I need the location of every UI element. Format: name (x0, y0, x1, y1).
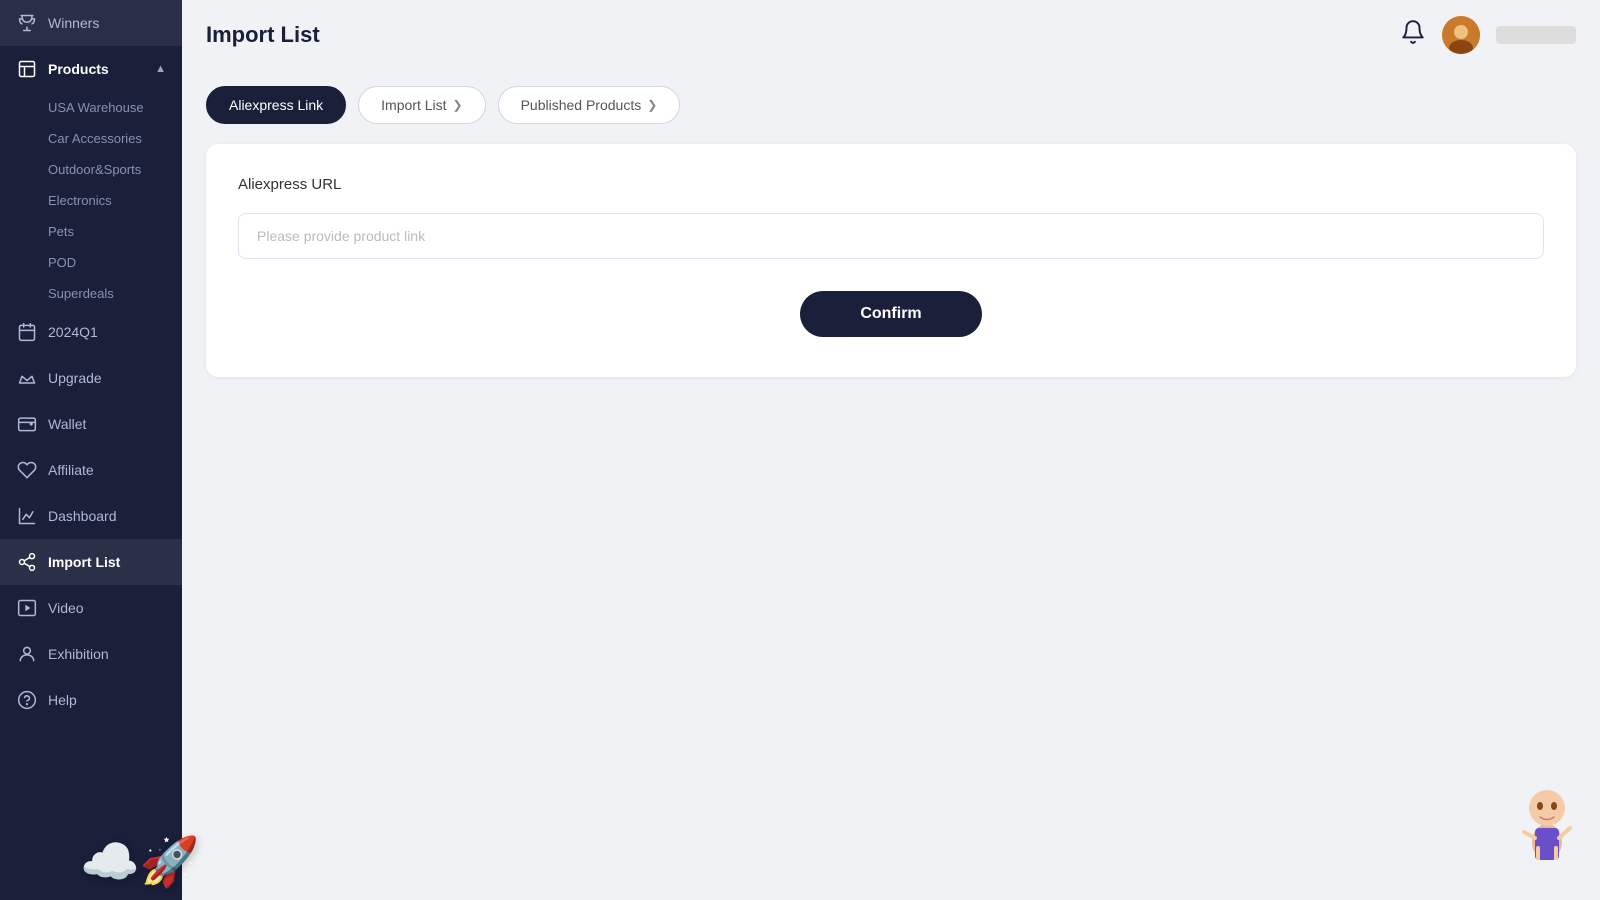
sidebar-sub-item-usa-warehouse[interactable]: USA Warehouse (0, 92, 182, 123)
confirm-button[interactable]: Confirm (800, 291, 981, 337)
username-display (1496, 26, 1576, 44)
sidebar-item-affiliate-label: Affiliate (48, 462, 94, 478)
sidebar-item-upgrade-label: Upgrade (48, 370, 102, 386)
sidebar-item-video-label: Video (48, 600, 84, 616)
sidebar-sub-item-superdeals[interactable]: Superdeals (0, 278, 182, 309)
sidebar-sub-item-electronics[interactable]: Electronics (0, 185, 182, 216)
tab-import-list-label: Import List (381, 97, 446, 113)
sidebar-item-products[interactable]: Products ▲ (0, 46, 182, 92)
import-card: Aliexpress URL Confirm (206, 144, 1576, 377)
sidebar-item-2024q1-label: 2024Q1 (48, 324, 98, 340)
sidebar-sub-item-outdoor-sports[interactable]: Outdoor&Sports (0, 154, 182, 185)
sidebar-item-products-label: Products (48, 61, 109, 77)
sidebar-item-2024q1[interactable]: 2024Q1 (0, 309, 182, 355)
sidebar-item-exhibition-label: Exhibition (48, 646, 109, 662)
bell-icon[interactable] (1400, 19, 1426, 51)
tab-published-products[interactable]: Published Products ❯ (498, 86, 681, 124)
sidebar-sub-item-car-accessories[interactable]: Car Accessories (0, 123, 182, 154)
tab-published-products-label: Published Products (521, 97, 642, 113)
sidebar-item-dashboard-label: Dashboard (48, 508, 117, 524)
play-icon (16, 597, 38, 619)
person-icon (16, 643, 38, 665)
page-title: Import List (206, 22, 320, 48)
heart-icon (16, 459, 38, 481)
sidebar-item-upgrade[interactable]: Upgrade (0, 355, 182, 401)
wallet-icon (16, 413, 38, 435)
url-input[interactable] (238, 213, 1544, 259)
sidebar-item-wallet-label: Wallet (48, 416, 86, 432)
chart-icon (16, 505, 38, 527)
sidebar-item-import-list-label: Import List (48, 554, 120, 570)
sidebar-sub-item-pets[interactable]: Pets (0, 216, 182, 247)
sidebar-sub-item-pod[interactable]: POD (0, 247, 182, 278)
header: Import List (182, 0, 1600, 70)
box-icon (16, 58, 38, 80)
trophy-icon (16, 12, 38, 34)
sidebar-item-video[interactable]: Video (0, 585, 182, 631)
chevron-right-icon: ❯ (453, 98, 463, 112)
tab-aliexpress-link-label: Aliexpress Link (229, 97, 323, 113)
question-icon (16, 689, 38, 711)
tab-import-list[interactable]: Import List ❯ (358, 86, 485, 124)
url-section-label: Aliexpress URL (238, 176, 1544, 193)
chevron-right-icon-2: ❯ (647, 98, 657, 112)
sidebar-item-affiliate[interactable]: Affiliate (0, 447, 182, 493)
chevron-up-icon: ▲ (155, 63, 166, 75)
share-icon (16, 551, 38, 573)
sidebar-item-winners[interactable]: Winners (0, 0, 182, 46)
sidebar-item-help-label: Help (48, 692, 77, 708)
sidebar-item-winners-label: Winners (48, 15, 99, 31)
sidebar: Winners Products ▲ USA Warehouse Car Acc… (0, 0, 182, 900)
main-content: Import List Aliexpress Link (182, 0, 1600, 900)
crown-icon (16, 367, 38, 389)
sidebar-item-help[interactable]: Help (0, 677, 182, 723)
tab-aliexpress-link[interactable]: Aliexpress Link (206, 86, 346, 124)
avatar[interactable] (1442, 16, 1480, 54)
header-right (1400, 16, 1576, 54)
content-area: Aliexpress Link Import List ❯ Published … (182, 70, 1600, 900)
sidebar-item-exhibition[interactable]: Exhibition (0, 631, 182, 677)
sidebar-item-import-list[interactable]: Import List (0, 539, 182, 585)
sidebar-item-dashboard[interactable]: Dashboard (0, 493, 182, 539)
tab-bar: Aliexpress Link Import List ❯ Published … (206, 86, 1576, 124)
calendar-icon (16, 321, 38, 343)
sidebar-item-wallet[interactable]: Wallet (0, 401, 182, 447)
